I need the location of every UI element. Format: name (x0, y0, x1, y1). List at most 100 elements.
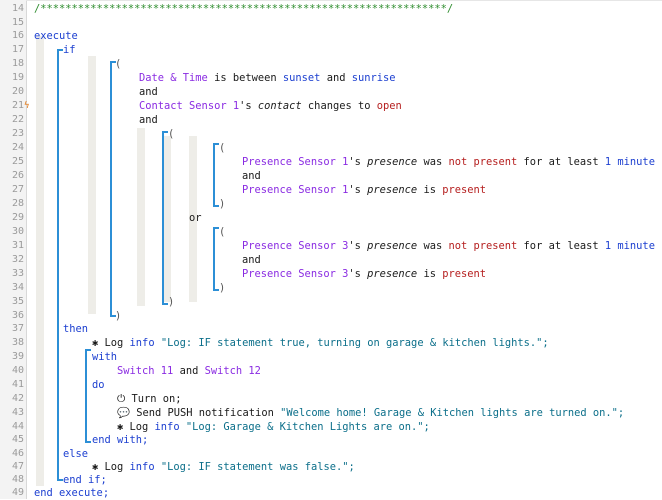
line-number: 21 (11, 100, 24, 111)
close-paren: ) (168, 296, 175, 308)
with-bracket[interactable] (85, 349, 91, 443)
line-number: 31 (11, 240, 24, 251)
turn-on-statement[interactable]: ⏻ Turn on; (117, 392, 182, 406)
end-if-keyword[interactable]: end if; (63, 473, 107, 487)
condition-text: and (320, 72, 352, 84)
possessive: 's (348, 156, 368, 168)
line-number: 40 (11, 365, 24, 376)
presence3-group-bracket[interactable] (213, 227, 219, 291)
line-number: 32 (11, 254, 24, 265)
line-number: 30 (11, 226, 24, 237)
end-with-keyword[interactable]: end with; (92, 433, 148, 447)
line-number: 48 (11, 474, 24, 485)
subgroup-bracket[interactable] (162, 131, 168, 305)
condition-presence-1-was[interactable]: Presence Sensor 1's presence was not pre… (242, 155, 655, 169)
chat-bubble-icon: 💬 (117, 407, 130, 419)
condition-group-bracket[interactable] (110, 61, 116, 317)
and-operator[interactable]: and (242, 169, 261, 183)
value-sunrise: sunrise (351, 72, 396, 84)
log-message: "Log: IF statement true, turning on gara… (154, 337, 549, 349)
condition-text: is between (207, 72, 283, 84)
value-not-present: not present (448, 240, 518, 252)
line-number: 37 (11, 323, 24, 334)
log-level: info (154, 421, 180, 433)
device-contact-sensor: Contact Sensor 1 (139, 100, 240, 112)
line-number: 24 (11, 142, 24, 153)
line-number: 49 (11, 487, 24, 498)
value-sunset: sunset (282, 72, 321, 84)
condition-text: is (417, 184, 443, 196)
condition-date-time[interactable]: Date & Time is between sunset and sunris… (139, 71, 396, 85)
line-number: 43 (11, 407, 24, 418)
indent-guide (163, 136, 171, 302)
line-number: 34 (11, 282, 24, 293)
open-paren: ( (168, 128, 175, 140)
attribute-presence: presence (367, 240, 418, 252)
if-keyword[interactable]: if (63, 43, 76, 57)
device-presence-sensor-3: Presence Sensor 3 (242, 268, 349, 280)
line-number: 46 (11, 448, 24, 459)
line-number: 15 (11, 17, 24, 28)
log-label: Log (98, 337, 130, 349)
condition-text: was (417, 240, 449, 252)
log-level: info (129, 337, 155, 349)
line-number: 33 (11, 268, 24, 279)
line-number: 26 (11, 170, 24, 181)
line-number: 16 (11, 30, 24, 41)
line-number: 39 (11, 351, 24, 362)
if-bracket[interactable] (57, 49, 63, 481)
condition-contact-sensor[interactable]: Contact Sensor 1's contact changes to op… (139, 99, 402, 113)
push-notification-statement[interactable]: 💬 Send PUSH notification "Welcome home! … (117, 406, 624, 420)
attribute-contact: contact (257, 100, 302, 112)
presence1-group-bracket[interactable] (213, 143, 219, 207)
log-statement-else[interactable]: ✱ Log info "Log: IF statement was false.… (92, 460, 355, 474)
close-paren: ) (219, 198, 226, 210)
else-keyword[interactable]: else (63, 447, 88, 461)
end-execute-keyword[interactable]: end execute; (34, 486, 109, 500)
line-number: 38 (11, 337, 24, 348)
condition-text: for at least (517, 240, 605, 252)
condition-presence-3-was[interactable]: Presence Sensor 3's presence was not pre… (242, 239, 655, 253)
value-open: open (376, 100, 402, 112)
device-switch-11: Switch 11 (117, 365, 174, 377)
do-keyword[interactable]: do (92, 378, 105, 392)
line-number: 36 (11, 310, 24, 321)
line-number: 45 (11, 434, 24, 445)
and-operator[interactable]: and (139, 113, 158, 127)
then-keyword[interactable]: then (63, 322, 88, 336)
line-number: 44 (11, 421, 24, 432)
line-number: 17 (11, 44, 24, 55)
log-statement-do[interactable]: ✱ Log info "Log: Garage & Kitchen Lights… (117, 420, 430, 434)
and-operator[interactable]: and (242, 253, 261, 267)
with-keyword[interactable]: with (92, 350, 117, 364)
line-number: 19 (11, 72, 24, 83)
or-operator[interactable]: or (189, 211, 202, 225)
device-switch-12: Switch 12 (204, 365, 261, 377)
log-message: "Log: Garage & Kitchen Lights are on."; (179, 421, 430, 433)
possessive: 's (348, 268, 368, 280)
power-icon: ⏻ (117, 393, 126, 405)
duration-unit: minute (611, 240, 655, 252)
and-operator[interactable]: and (139, 85, 158, 99)
line-number: 42 (11, 393, 24, 404)
condition-presence-3-is[interactable]: Presence Sensor 3's presence is present (242, 267, 486, 281)
condition-presence-1-is[interactable]: Presence Sensor 1's presence is present (242, 183, 486, 197)
log-statement-then[interactable]: ✱ Log info "Log: IF statement true, turn… (92, 336, 549, 350)
line-number: 23 (11, 128, 24, 139)
possessive: 's (348, 184, 368, 196)
execute-keyword[interactable]: execute (34, 29, 78, 43)
device-presence-sensor-1: Presence Sensor 1 (242, 184, 349, 196)
close-paren: ) (115, 310, 122, 322)
device-presence-sensor-1: Presence Sensor 1 (242, 156, 349, 168)
attribute-presence: presence (367, 156, 418, 168)
attribute-presence: presence (367, 184, 418, 196)
bolt-marker-icon: ϟ (24, 101, 30, 111)
possessive: 's (348, 240, 368, 252)
line-number: 18 (11, 58, 24, 69)
line-number: 25 (11, 156, 24, 167)
with-devices[interactable]: Switch 11 and Switch 12 (117, 364, 261, 378)
condition-text: is (417, 268, 443, 280)
possessive: 's (239, 100, 258, 112)
log-level: info (129, 461, 155, 473)
log-message: "Log: IF statement was false."; (154, 461, 355, 473)
